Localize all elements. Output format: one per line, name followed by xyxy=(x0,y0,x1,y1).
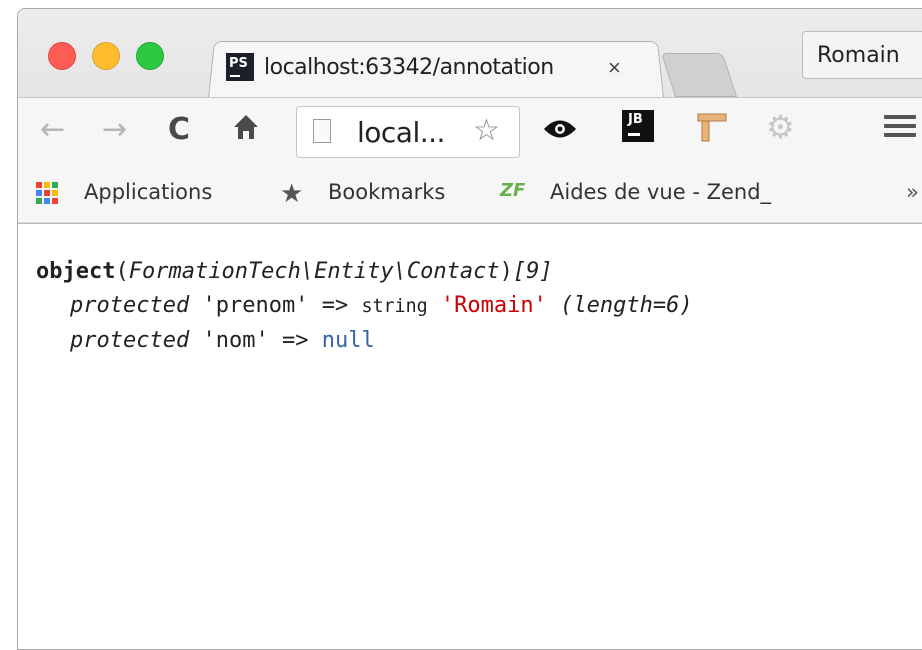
gear-icon[interactable]: ⚙ xyxy=(766,108,795,146)
jetbrains-icon[interactable]: JB xyxy=(622,110,654,142)
prop-arrow: => xyxy=(281,328,309,353)
menu-icon[interactable] xyxy=(884,110,916,142)
bookmark-applications[interactable]: Applications xyxy=(84,180,212,204)
bookmark-star-icon[interactable]: ☆ xyxy=(473,113,500,148)
page-content: object(FormationTech\Entity\Contact)[9] p… xyxy=(18,225,922,649)
tab-title: localhost:63342/annotation xyxy=(264,55,554,80)
prop-extra: (length=6) xyxy=(560,293,693,318)
tab-close-icon[interactable]: × xyxy=(608,55,621,81)
var-dump: object(FormationTech\Entity\Contact)[9] p… xyxy=(36,255,693,358)
eye-icon[interactable] xyxy=(542,118,578,140)
close-window-button[interactable] xyxy=(48,42,76,70)
dump-class-name: FormationTech\Entity\Contact xyxy=(128,259,500,284)
dump-line-object: object(FormationTech\Entity\Contact)[9] xyxy=(36,259,553,284)
page-icon xyxy=(313,119,331,143)
zoom-window-button[interactable] xyxy=(136,42,164,70)
new-tab-button[interactable] xyxy=(660,53,738,97)
apps-grid-icon xyxy=(36,182,58,204)
back-icon[interactable]: ← xyxy=(40,112,65,147)
forward-icon[interactable]: → xyxy=(102,112,127,147)
toolbar: ← → C local... ☆ JB ⚙ xyxy=(18,97,922,162)
tab-content: PS localhost:63342/annotation × xyxy=(226,49,656,93)
prop-type: string xyxy=(361,296,428,317)
bookmarks-bar: Applications ★ Bookmarks ZF Aides de vue… xyxy=(18,162,922,222)
bookmark-zend[interactable]: Aides de vue - Zend_ xyxy=(550,180,812,204)
prop-value: 'Romain' xyxy=(440,293,547,318)
zend-icon: ZF xyxy=(500,180,526,201)
prop-value: null xyxy=(321,328,375,353)
dump-keyword: object xyxy=(36,259,116,284)
bookmarks-star-icon: ★ xyxy=(280,178,304,208)
prop-visibility: protected xyxy=(70,293,190,318)
phpstorm-icon: PS xyxy=(226,53,254,81)
tool-icon[interactable] xyxy=(694,108,730,144)
prop-arrow: => xyxy=(321,293,349,318)
prop-name: 'nom' xyxy=(202,328,269,353)
minimize-window-button[interactable] xyxy=(92,42,120,70)
address-bar[interactable]: local... ☆ xyxy=(296,106,520,158)
prop-name: 'prenom' xyxy=(202,293,309,318)
dump-prop-nom: protected 'nom' => null xyxy=(36,324,693,358)
profile-button[interactable]: Romain xyxy=(802,31,922,79)
dump-object-id: [9] xyxy=(512,259,553,284)
bookmark-bookmarks-folder[interactable]: Bookmarks xyxy=(328,180,445,204)
more-bookmarks-icon[interactable]: » xyxy=(906,180,919,204)
dump-prop-prenom: protected 'prenom' => string 'Romain' (l… xyxy=(36,289,693,324)
home-icon[interactable] xyxy=(232,112,260,150)
browser-chrome: PS localhost:63342/annotation × Romain ←… xyxy=(18,9,922,224)
prop-visibility: protected xyxy=(70,328,190,353)
url-text[interactable]: local... xyxy=(357,116,445,149)
reload-icon[interactable]: C xyxy=(168,112,190,147)
browser-window: PS localhost:63342/annotation × Romain ←… xyxy=(17,8,922,650)
